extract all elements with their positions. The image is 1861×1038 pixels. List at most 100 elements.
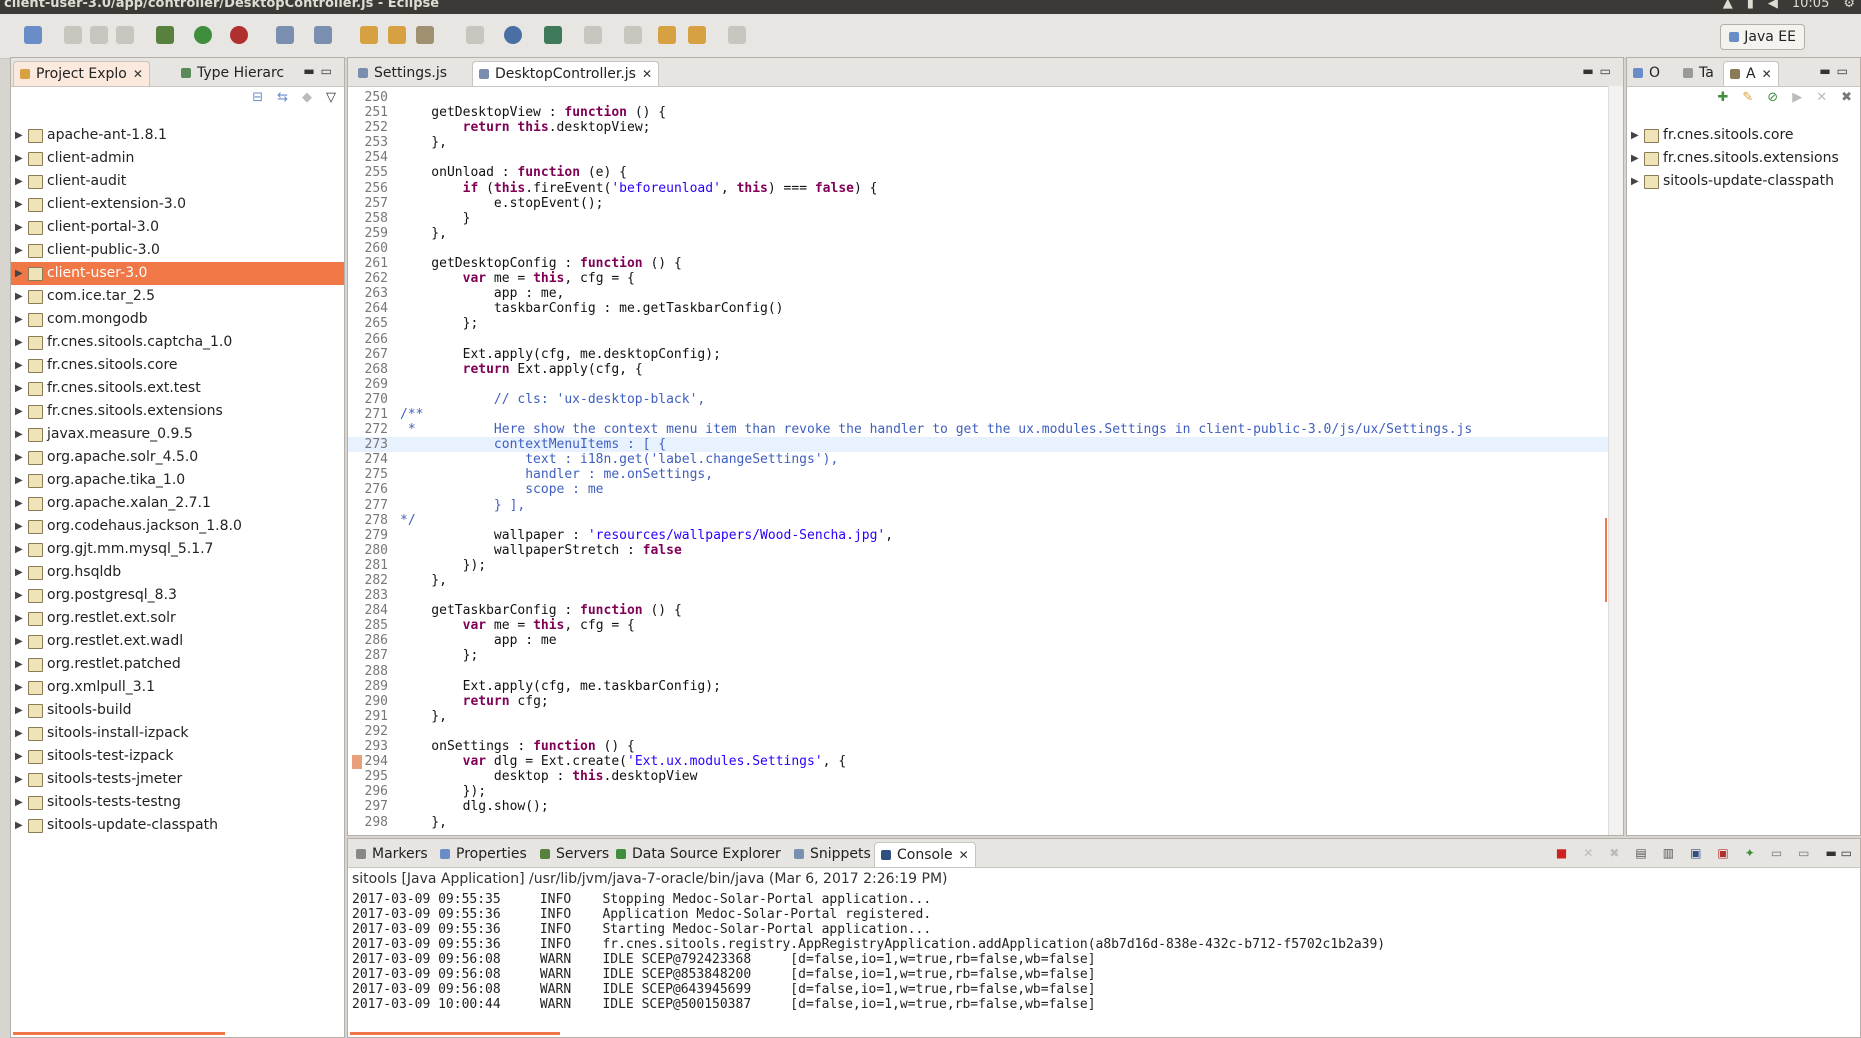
expand-arrow-icon[interactable]: ▶ <box>15 308 23 331</box>
ant-buildfile-item[interactable]: ▶ fr.cnes.sitools.extensions <box>1627 147 1860 170</box>
code-text[interactable]: 250 251 getDesktopView : function () {252… <box>348 90 1623 835</box>
expand-arrow-icon[interactable]: ▶ <box>15 446 23 469</box>
tree-item-project[interactable]: ▶ org.postgresql_8.3 <box>11 584 344 607</box>
expand-arrow-icon[interactable]: ▶ <box>1631 147 1639 170</box>
run-external-tools-icon[interactable] <box>230 26 248 44</box>
code-line[interactable]: 282 }, <box>348 573 1623 588</box>
expand-arrow-icon[interactable]: ▶ <box>15 147 23 170</box>
minimize-maximize-icons[interactable]: ▬▭ <box>1819 64 1854 78</box>
code-line[interactable]: 284 getTaskbarConfig : function () { <box>348 603 1623 618</box>
code-line[interactable]: 287 }; <box>348 648 1623 663</box>
open-console-icon[interactable]: ▭ <box>1798 846 1809 860</box>
settings-icon[interactable]: ⚙ <box>1843 0 1855 10</box>
tree-item-project[interactable]: ▶ client-user-3.0 <box>11 262 344 285</box>
expand-arrow-icon[interactable]: ▶ <box>15 331 23 354</box>
link-with-editor-icon[interactable]: ⇆ <box>277 90 288 105</box>
code-line[interactable]: 251 getDesktopView : function () { <box>348 105 1623 120</box>
code-line[interactable]: 254 <box>348 150 1623 165</box>
code-line[interactable]: 271 /** <box>348 407 1623 422</box>
expand-arrow-icon[interactable]: ▶ <box>15 745 23 768</box>
clock[interactable]: 10:05 <box>1792 0 1829 10</box>
external-browser-icon[interactable] <box>544 26 562 44</box>
remove-launch-icon[interactable]: ✕ <box>1583 846 1593 860</box>
expand-arrow-icon[interactable]: ▶ <box>15 607 23 630</box>
code-line[interactable]: 276 scope : me <box>348 482 1623 497</box>
save-icon[interactable] <box>64 26 82 44</box>
code-line[interactable]: 293 onSettings : function () { <box>348 739 1623 754</box>
expand-arrow-icon[interactable]: ▶ <box>15 193 23 216</box>
expand-arrow-icon[interactable]: ▶ <box>15 768 23 791</box>
tree-item-project[interactable]: ▶ fr.cnes.sitools.ext.test <box>11 377 344 400</box>
battery-icon[interactable]: ▮ <box>1747 0 1754 10</box>
tab-outline[interactable]: O <box>1627 61 1666 85</box>
code-line[interactable]: 260 <box>348 241 1623 256</box>
tree-item-project[interactable]: ▶ com.ice.tar_2.5 <box>11 285 344 308</box>
last-edit-location-icon[interactable] <box>658 26 676 44</box>
scroll-lock-icon[interactable]: ▥ <box>1663 846 1674 860</box>
code-line[interactable]: 281 }); <box>348 558 1623 573</box>
open-resource-icon[interactable] <box>388 26 406 44</box>
code-line[interactable]: 256 if (this.fireEvent('beforeunload', t… <box>348 181 1623 196</box>
code-line[interactable]: 280 wallpaperStretch : false <box>348 543 1623 558</box>
network-icon[interactable]: ▲ <box>1723 0 1733 10</box>
code-line[interactable]: 277 } ], <box>348 498 1623 513</box>
code-line[interactable]: 292 <box>348 724 1623 739</box>
code-line[interactable]: 253 }, <box>348 135 1623 150</box>
code-line[interactable]: 289 Ext.apply(cfg, me.taskbarConfig); <box>348 679 1623 694</box>
expand-arrow-icon[interactable]: ▶ <box>15 124 23 147</box>
search-buildfile-icon[interactable]: ✎ <box>1742 90 1753 105</box>
expand-arrow-icon[interactable]: ▶ <box>15 354 23 377</box>
tree-item-project[interactable]: ▶ org.restlet.ext.wadl <box>11 630 344 653</box>
tree-item-project[interactable]: ▶ sitools-build <box>11 699 344 722</box>
tree-item-project[interactable]: ▶ client-audit <box>11 170 344 193</box>
code-line[interactable]: 278 */ <box>348 513 1623 528</box>
code-line[interactable]: 295 desktop : this.desktopView <box>348 769 1623 784</box>
tree-item-project[interactable]: ▶ sitools-update-classpath <box>11 814 344 837</box>
code-line[interactable]: 268 return Ext.apply(cfg, { <box>348 362 1623 377</box>
run-target-icon[interactable]: ▶ <box>1792 90 1802 105</box>
code-line[interactable]: 266 <box>348 332 1623 347</box>
code-line[interactable]: 261 getDesktopConfig : function () { <box>348 256 1623 271</box>
ant-buildfile-item[interactable]: ▶ sitools-update-classpath <box>1627 170 1860 193</box>
tab-data-source-explorer[interactable]: Data Source Explorer <box>610 842 787 866</box>
code-line[interactable]: 286 app : me <box>348 633 1623 648</box>
tree-item-project[interactable]: ▶ fr.cnes.sitools.core <box>11 354 344 377</box>
code-line[interactable]: 265 }; <box>348 316 1623 331</box>
expand-arrow-icon[interactable]: ▶ <box>15 400 23 423</box>
pin-console-icon[interactable]: ✦ <box>1745 846 1755 860</box>
view-menu-icon[interactable]: ▽ <box>326 90 336 105</box>
tree-item-project[interactable]: ▶ org.codehaus.jackson_1.8.0 <box>11 515 344 538</box>
collapse-all-icon[interactable]: ⊟ <box>252 90 263 105</box>
tree-item-project[interactable]: ▶ client-portal-3.0 <box>11 216 344 239</box>
horizontal-scrollbar[interactable] <box>13 1032 225 1035</box>
close-icon[interactable]: ✕ <box>959 843 969 867</box>
close-icon[interactable]: ✕ <box>133 62 143 86</box>
expand-arrow-icon[interactable]: ▶ <box>15 699 23 722</box>
expand-arrow-icon[interactable]: ▶ <box>1631 170 1639 193</box>
globe-icon[interactable] <box>504 26 522 44</box>
code-line[interactable]: 297 dlg.show(); <box>348 799 1623 814</box>
run-icon[interactable] <box>194 26 212 44</box>
code-line[interactable]: 255 onUnload : function (e) { <box>348 165 1623 180</box>
tree-item-project[interactable]: ▶ sitools-tests-jmeter <box>11 768 344 791</box>
ant-buildfile-item[interactable]: ▶ fr.cnes.sitools.core <box>1627 124 1860 147</box>
open-type-icon[interactable] <box>360 26 378 44</box>
perspective-java-ee-button[interactable]: Java EE <box>1720 24 1805 50</box>
expand-arrow-icon[interactable]: ▶ <box>15 791 23 814</box>
code-line[interactable]: 285 var me = this, cfg = { <box>348 618 1623 633</box>
code-line[interactable]: 264 taskbarConfig : me.getTaskbarConfig(… <box>348 301 1623 316</box>
tree-item-project[interactable]: ▶ org.apache.tika_1.0 <box>11 469 344 492</box>
next-annotation-icon[interactable] <box>584 26 602 44</box>
debug-icon[interactable] <box>156 26 174 44</box>
expand-arrow-icon[interactable]: ▶ <box>15 814 23 837</box>
tree-item-project[interactable]: ▶ apache-ant-1.8.1 <box>11 124 344 147</box>
tree-item-project[interactable]: ▶ org.gjt.mm.mysql_5.1.7 <box>11 538 344 561</box>
console-output[interactable]: 2017-03-09 09:55:35 INFO Stopping Medoc-… <box>352 892 1385 1012</box>
tree-item-project[interactable]: ▶ org.hsqldb <box>11 561 344 584</box>
terminate-icon[interactable]: ■ <box>1556 846 1567 860</box>
code-line[interactable]: 269 <box>348 377 1623 392</box>
minimize-maximize-icons[interactable]: ▬▭ <box>303 64 338 78</box>
expand-arrow-icon[interactable]: ▶ <box>15 653 23 676</box>
tree-item-project[interactable]: ▶ fr.cnes.sitools.captcha_1.0 <box>11 331 344 354</box>
code-line[interactable]: 274 text : i18n.get('label.changeSetting… <box>348 452 1623 467</box>
